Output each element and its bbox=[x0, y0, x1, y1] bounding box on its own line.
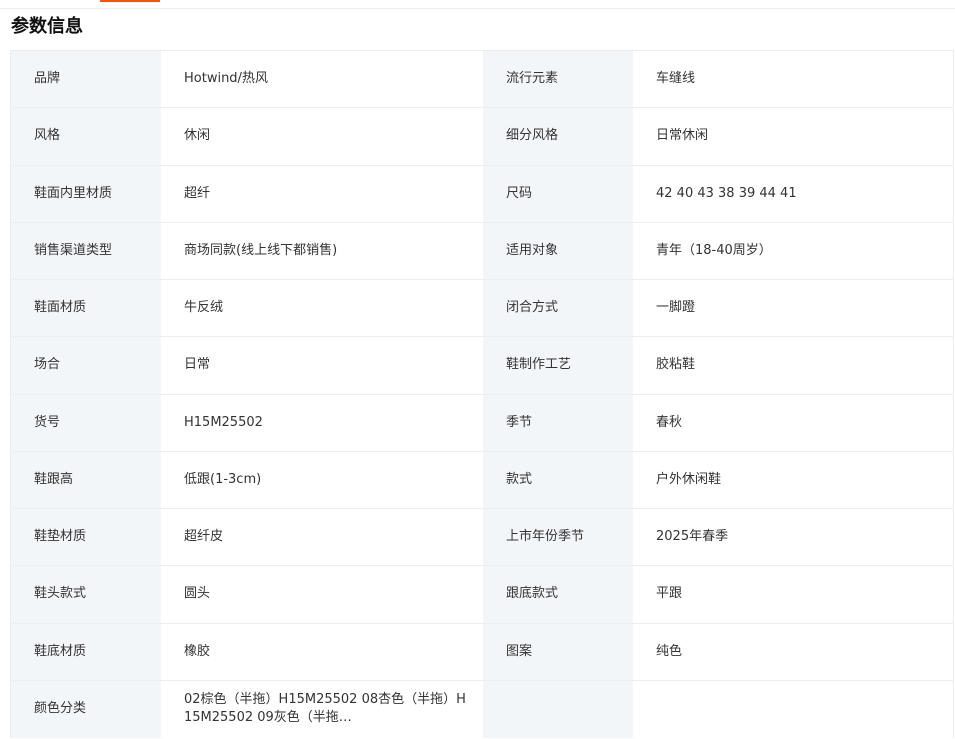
section-title: 参数信息 bbox=[11, 16, 83, 37]
param-key-empty bbox=[483, 680, 633, 738]
param-value-color: 02棕色（半拖）H15M25502 08杏色（半拖）H15M25502 09灰色… bbox=[161, 680, 483, 738]
param-value: Hotwind/热风 bbox=[161, 51, 483, 109]
param-key: 风格 bbox=[11, 108, 161, 166]
param-key: 颜色分类 bbox=[11, 680, 161, 738]
param-key: 闭合方式 bbox=[483, 280, 633, 338]
param-value: 日常 bbox=[161, 337, 483, 395]
param-value: 日常休闲 bbox=[633, 108, 953, 166]
param-key: 上市年份季节 bbox=[483, 509, 633, 567]
param-key: 场合 bbox=[11, 337, 161, 395]
param-key: 鞋制作工艺 bbox=[483, 337, 633, 395]
param-value: 青年（18-40周岁） bbox=[633, 222, 953, 280]
param-value: 橡胶 bbox=[161, 623, 483, 681]
active-tab-indicator bbox=[100, 0, 160, 2]
param-value: 圆头 bbox=[161, 566, 483, 624]
param-value: 春秋 bbox=[633, 394, 953, 452]
param-key: 尺码 bbox=[483, 165, 633, 223]
param-key: 图案 bbox=[483, 623, 633, 681]
color-options-text: 02棕色（半拖）H15M25502 08杏色（半拖）H15M25502 09灰色… bbox=[184, 692, 466, 726]
param-key: 货号 bbox=[11, 394, 161, 452]
param-key: 流行元素 bbox=[483, 51, 633, 109]
param-key: 鞋面材质 bbox=[11, 280, 161, 338]
param-value: H15M25502 bbox=[161, 394, 483, 452]
param-value: 纯色 bbox=[633, 623, 953, 681]
param-value: 42 40 43 38 39 44 41 bbox=[633, 165, 953, 223]
param-key: 适用对象 bbox=[483, 222, 633, 280]
param-key: 细分风格 bbox=[483, 108, 633, 166]
param-value: 一脚蹬 bbox=[633, 280, 953, 338]
param-key: 鞋头款式 bbox=[11, 566, 161, 624]
param-key: 鞋跟高 bbox=[11, 451, 161, 509]
param-key: 鞋垫材质 bbox=[11, 509, 161, 567]
param-value: 低跟(1-3cm) bbox=[161, 451, 483, 509]
param-value-empty bbox=[633, 680, 953, 738]
param-key: 销售渠道类型 bbox=[11, 222, 161, 280]
param-value: 平跟 bbox=[633, 566, 953, 624]
param-value: 2025年春季 bbox=[633, 509, 953, 567]
param-value: 商场同款(线上线下都销售) bbox=[161, 222, 483, 280]
param-value: 胶粘鞋 bbox=[633, 337, 953, 395]
param-value: 超纤皮 bbox=[161, 509, 483, 567]
param-key: 季节 bbox=[483, 394, 633, 452]
param-key: 款式 bbox=[483, 451, 633, 509]
param-value: 牛反绒 bbox=[161, 280, 483, 338]
param-key: 品牌 bbox=[11, 51, 161, 109]
param-value: 户外休闲鞋 bbox=[633, 451, 953, 509]
params-table: 品牌 Hotwind/热风 流行元素 车缝线 风格 休闲 细分风格 日常休闲 鞋… bbox=[10, 50, 954, 738]
param-value: 车缝线 bbox=[633, 51, 953, 109]
param-value: 超纤 bbox=[161, 165, 483, 223]
param-value: 休闲 bbox=[161, 108, 483, 166]
param-key: 鞋面内里材质 bbox=[11, 165, 161, 223]
param-key: 鞋底材质 bbox=[11, 623, 161, 681]
param-key: 跟底款式 bbox=[483, 566, 633, 624]
